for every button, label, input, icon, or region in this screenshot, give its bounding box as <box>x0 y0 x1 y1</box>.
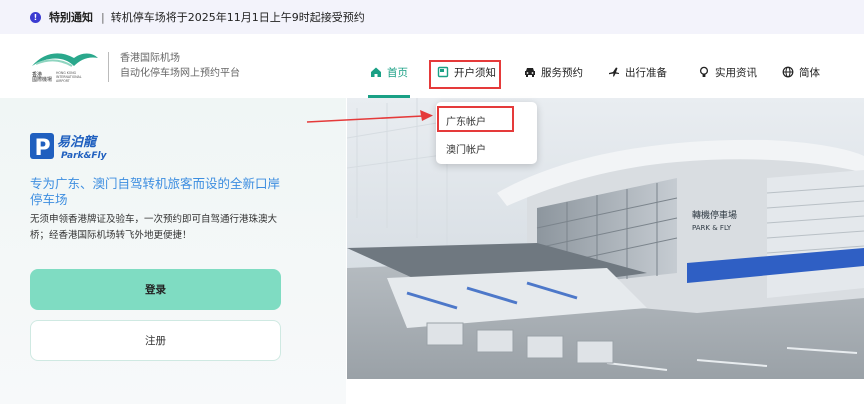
nav-home[interactable]: 首页 <box>370 62 408 82</box>
building-sign-en: PARK & FLY <box>692 224 732 232</box>
annotation-arrow <box>306 110 433 123</box>
globe-icon <box>782 66 794 78</box>
brand-en: Park&Fly <box>61 151 108 161</box>
car-park-building-image: 轉機停車場 PARK & FLY <box>347 98 864 379</box>
language-label: 简体 <box>799 66 820 79</box>
register-button[interactable]: 注册 <box>30 320 281 361</box>
highlight-box-account-nav <box>429 60 501 89</box>
platform-title: 香港国际机场 自动化停车场网上预约平台 <box>120 51 240 81</box>
lightbulb-icon <box>698 66 710 78</box>
brand-cn: 易泊龍 <box>57 134 99 150</box>
platform-title-line1: 香港国际机场 <box>120 53 180 64</box>
nav-service-label: 服务预约 <box>541 66 583 79</box>
login-button[interactable]: 登录 <box>30 269 281 310</box>
language-switcher[interactable]: 简体 <box>782 62 820 82</box>
dropdown-item-macau[interactable]: 澳门帐户 <box>446 141 486 156</box>
airport-logo[interactable]: 香港 國際機場 HONG KONG INTERNATIONAL AIRPORT <box>30 48 100 82</box>
park-and-fly-logo: P 易泊龍 Park&Fly <box>30 133 108 161</box>
notice-text[interactable]: 转机停车场将于2025年11月1日上午9时起接受预约 <box>111 9 365 25</box>
plane-icon <box>608 66 620 78</box>
logo-divider <box>108 52 109 82</box>
nav-useful-info[interactable]: 实用资讯 <box>698 62 757 82</box>
svg-text:AIRPORT: AIRPORT <box>56 79 70 82</box>
notice-bar: ! 特别通知 | 转机停车场将于2025年11月1日上午9时起接受预约 <box>0 0 864 34</box>
nav-travel-prep[interactable]: 出行准备 <box>608 62 667 82</box>
building-sign-cn: 轉機停車場 <box>692 209 737 221</box>
home-icon <box>370 66 382 78</box>
notice-tag: 特别通知 <box>49 11 93 24</box>
nav-travel-label: 出行准备 <box>625 66 667 79</box>
platform-title-line2: 自动化停车场网上预约平台 <box>120 68 240 79</box>
svg-text:P: P <box>35 136 51 161</box>
intro-description: 无须申领香港牌证及验车，一次预约即可自驾通行港珠澳大桥；经香港国际机场转飞外地更… <box>30 214 278 241</box>
highlight-box-guangdong <box>437 106 514 132</box>
info-icon: ! <box>30 11 41 23</box>
car-icon <box>524 66 536 78</box>
notice-separator: | <box>101 10 105 24</box>
nav-home-label: 首页 <box>387 66 408 79</box>
nav-service-booking[interactable]: 服务预约 <box>524 62 583 82</box>
svg-text:國際機場: 國際機場 <box>32 76 52 82</box>
nav-info-label: 实用资讯 <box>715 66 757 79</box>
intro-headline: 专为广东、澳门自驾转机旅客而设的全新口岸停车场 <box>30 176 281 207</box>
